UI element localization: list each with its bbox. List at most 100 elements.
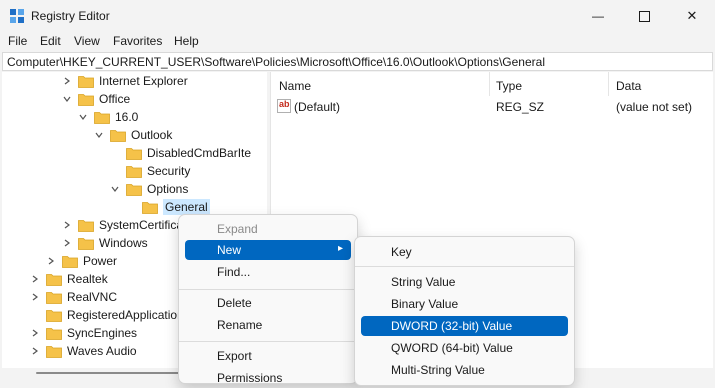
tree-item-label: DisabledCmdBarIte bbox=[147, 146, 252, 160]
column-header-type[interactable]: Type bbox=[496, 79, 522, 93]
chevron-right-icon[interactable] bbox=[62, 220, 72, 230]
tree-item-label: SystemCertificat bbox=[99, 218, 187, 232]
tree-item-label: Windows bbox=[99, 236, 148, 250]
value-type: REG_SZ bbox=[496, 100, 545, 114]
string-value-icon: ab bbox=[277, 99, 291, 113]
tree-item[interactable]: RealVNC bbox=[30, 288, 117, 306]
chevron-down-icon[interactable] bbox=[62, 94, 72, 104]
folder-icon bbox=[78, 75, 94, 88]
folder-icon bbox=[78, 237, 94, 250]
tree-item-label: General bbox=[163, 199, 210, 215]
minimize-icon: — bbox=[592, 9, 604, 23]
menu-item-find[interactable]: Find... bbox=[185, 262, 351, 282]
close-icon: ✕ bbox=[686, 8, 698, 23]
window-title: Registry Editor bbox=[31, 9, 110, 23]
menu-item-export[interactable]: Export bbox=[185, 346, 351, 366]
minimize-button[interactable]: — bbox=[575, 0, 621, 32]
maximize-button[interactable] bbox=[621, 0, 667, 32]
chevron-right-icon[interactable] bbox=[30, 274, 40, 284]
menu-item-permissions[interactable]: Permissions bbox=[185, 368, 351, 388]
tree-item-label: Outlook bbox=[131, 128, 173, 142]
chevron-down-icon[interactable] bbox=[94, 130, 104, 140]
menu-view[interactable]: View bbox=[74, 34, 100, 48]
tree-item-label: Waves Audio bbox=[67, 344, 137, 358]
submenu-item[interactable]: Key bbox=[361, 242, 568, 262]
submenu-item[interactable]: Binary Value bbox=[361, 294, 568, 314]
tree-item-label: Office bbox=[99, 92, 131, 106]
menu-favorites[interactable]: Favorites bbox=[113, 34, 162, 48]
tree-item-label: RealVNC bbox=[67, 290, 118, 304]
tree-item[interactable]: Waves Audio bbox=[30, 342, 137, 360]
value-data: (value not set) bbox=[616, 100, 693, 114]
submenu-item-label: String Value bbox=[391, 275, 456, 289]
column-header-data[interactable]: Data bbox=[616, 79, 641, 93]
tree-item[interactable]: Office bbox=[62, 90, 130, 108]
column-separator[interactable] bbox=[489, 72, 490, 96]
tree-item[interactable]: Internet Explorer bbox=[62, 72, 188, 90]
submenu-item[interactable]: QWORD (64-bit) Value bbox=[361, 338, 568, 358]
folder-icon bbox=[126, 165, 142, 178]
tree-item[interactable]: DisabledCmdBarIte bbox=[110, 144, 251, 162]
submenu-item-label: DWORD (32-bit) Value bbox=[391, 319, 513, 333]
menu-item-new[interactable]: New ▸ bbox=[185, 240, 351, 260]
tree-item[interactable]: 16.0 bbox=[78, 108, 138, 126]
chevron-right-icon: ▸ bbox=[337, 243, 343, 254]
menu-separator bbox=[179, 341, 357, 342]
column-separator[interactable] bbox=[608, 72, 609, 96]
tree-item[interactable]: Options bbox=[110, 180, 188, 198]
folder-icon bbox=[126, 147, 142, 160]
tree-item-label: Power bbox=[83, 254, 118, 268]
expander-spacer bbox=[110, 148, 120, 158]
chevron-right-icon[interactable] bbox=[30, 346, 40, 356]
submenu-item[interactable]: String Value bbox=[361, 272, 568, 292]
chevron-right-icon[interactable] bbox=[46, 256, 56, 266]
chevron-down-icon[interactable] bbox=[78, 112, 88, 122]
folder-icon bbox=[46, 327, 62, 340]
tree-item[interactable]: RegisteredApplication bbox=[30, 306, 184, 324]
menu-item-expand[interactable]: Expand bbox=[185, 219, 351, 239]
folder-icon bbox=[46, 273, 62, 286]
submenu-item[interactable]: DWORD (32-bit) Value bbox=[361, 316, 568, 336]
tree-item[interactable]: Power bbox=[46, 252, 117, 270]
tree-item[interactable]: Security bbox=[110, 162, 190, 180]
menu-file[interactable]: File bbox=[8, 34, 27, 48]
value-row[interactable]: ab (Default) REG_SZ (value not set) bbox=[271, 98, 713, 116]
menu-item-delete[interactable]: Delete bbox=[185, 293, 351, 313]
column-header-name[interactable]: Name bbox=[279, 79, 311, 93]
context-menu: Expand New ▸ Find... Delete Rename Expor… bbox=[178, 214, 358, 385]
menu-separator bbox=[355, 266, 574, 267]
expander-spacer bbox=[30, 310, 40, 320]
folder-icon bbox=[126, 183, 142, 196]
tree-item-label: Options bbox=[147, 182, 189, 196]
menu-edit[interactable]: Edit bbox=[40, 34, 61, 48]
folder-icon bbox=[142, 201, 158, 214]
folder-icon bbox=[46, 291, 62, 304]
tree-item[interactable]: SyncEngines bbox=[30, 324, 137, 342]
chevron-right-icon[interactable] bbox=[30, 292, 40, 302]
chevron-down-icon[interactable] bbox=[110, 184, 120, 194]
submenu-item-label: QWORD (64-bit) Value bbox=[391, 341, 513, 355]
folder-icon bbox=[78, 93, 94, 106]
tree-item-label: Internet Explorer bbox=[99, 74, 188, 88]
chevron-right-icon[interactable] bbox=[62, 76, 72, 86]
chevron-right-icon[interactable] bbox=[30, 328, 40, 338]
address-bar[interactable]: Computer\HKEY_CURRENT_USER\Software\Poli… bbox=[2, 52, 713, 71]
value-name: (Default) bbox=[294, 100, 341, 114]
menu-help[interactable]: Help bbox=[174, 34, 199, 48]
tree-item[interactable]: Windows bbox=[62, 234, 148, 252]
menu-item-rename[interactable]: Rename bbox=[185, 315, 351, 335]
tree-item-label: Security bbox=[147, 164, 191, 178]
tree-item[interactable]: Outlook bbox=[94, 126, 172, 144]
folder-icon bbox=[94, 111, 110, 124]
submenu-item-label: Binary Value bbox=[391, 297, 459, 311]
menu-separator bbox=[179, 289, 357, 290]
tree-item[interactable]: Realtek bbox=[30, 270, 108, 288]
tree-item[interactable]: SystemCertificat bbox=[62, 216, 186, 234]
submenu-item[interactable]: Multi-String Value bbox=[361, 360, 568, 380]
folder-icon bbox=[62, 255, 78, 268]
chevron-right-icon[interactable] bbox=[62, 238, 72, 248]
registry-editor-icon bbox=[10, 9, 24, 23]
menu-bar bbox=[0, 32, 715, 52]
close-button[interactable]: ✕ bbox=[669, 0, 715, 32]
submenu-item-label: Multi-String Value bbox=[391, 363, 485, 377]
